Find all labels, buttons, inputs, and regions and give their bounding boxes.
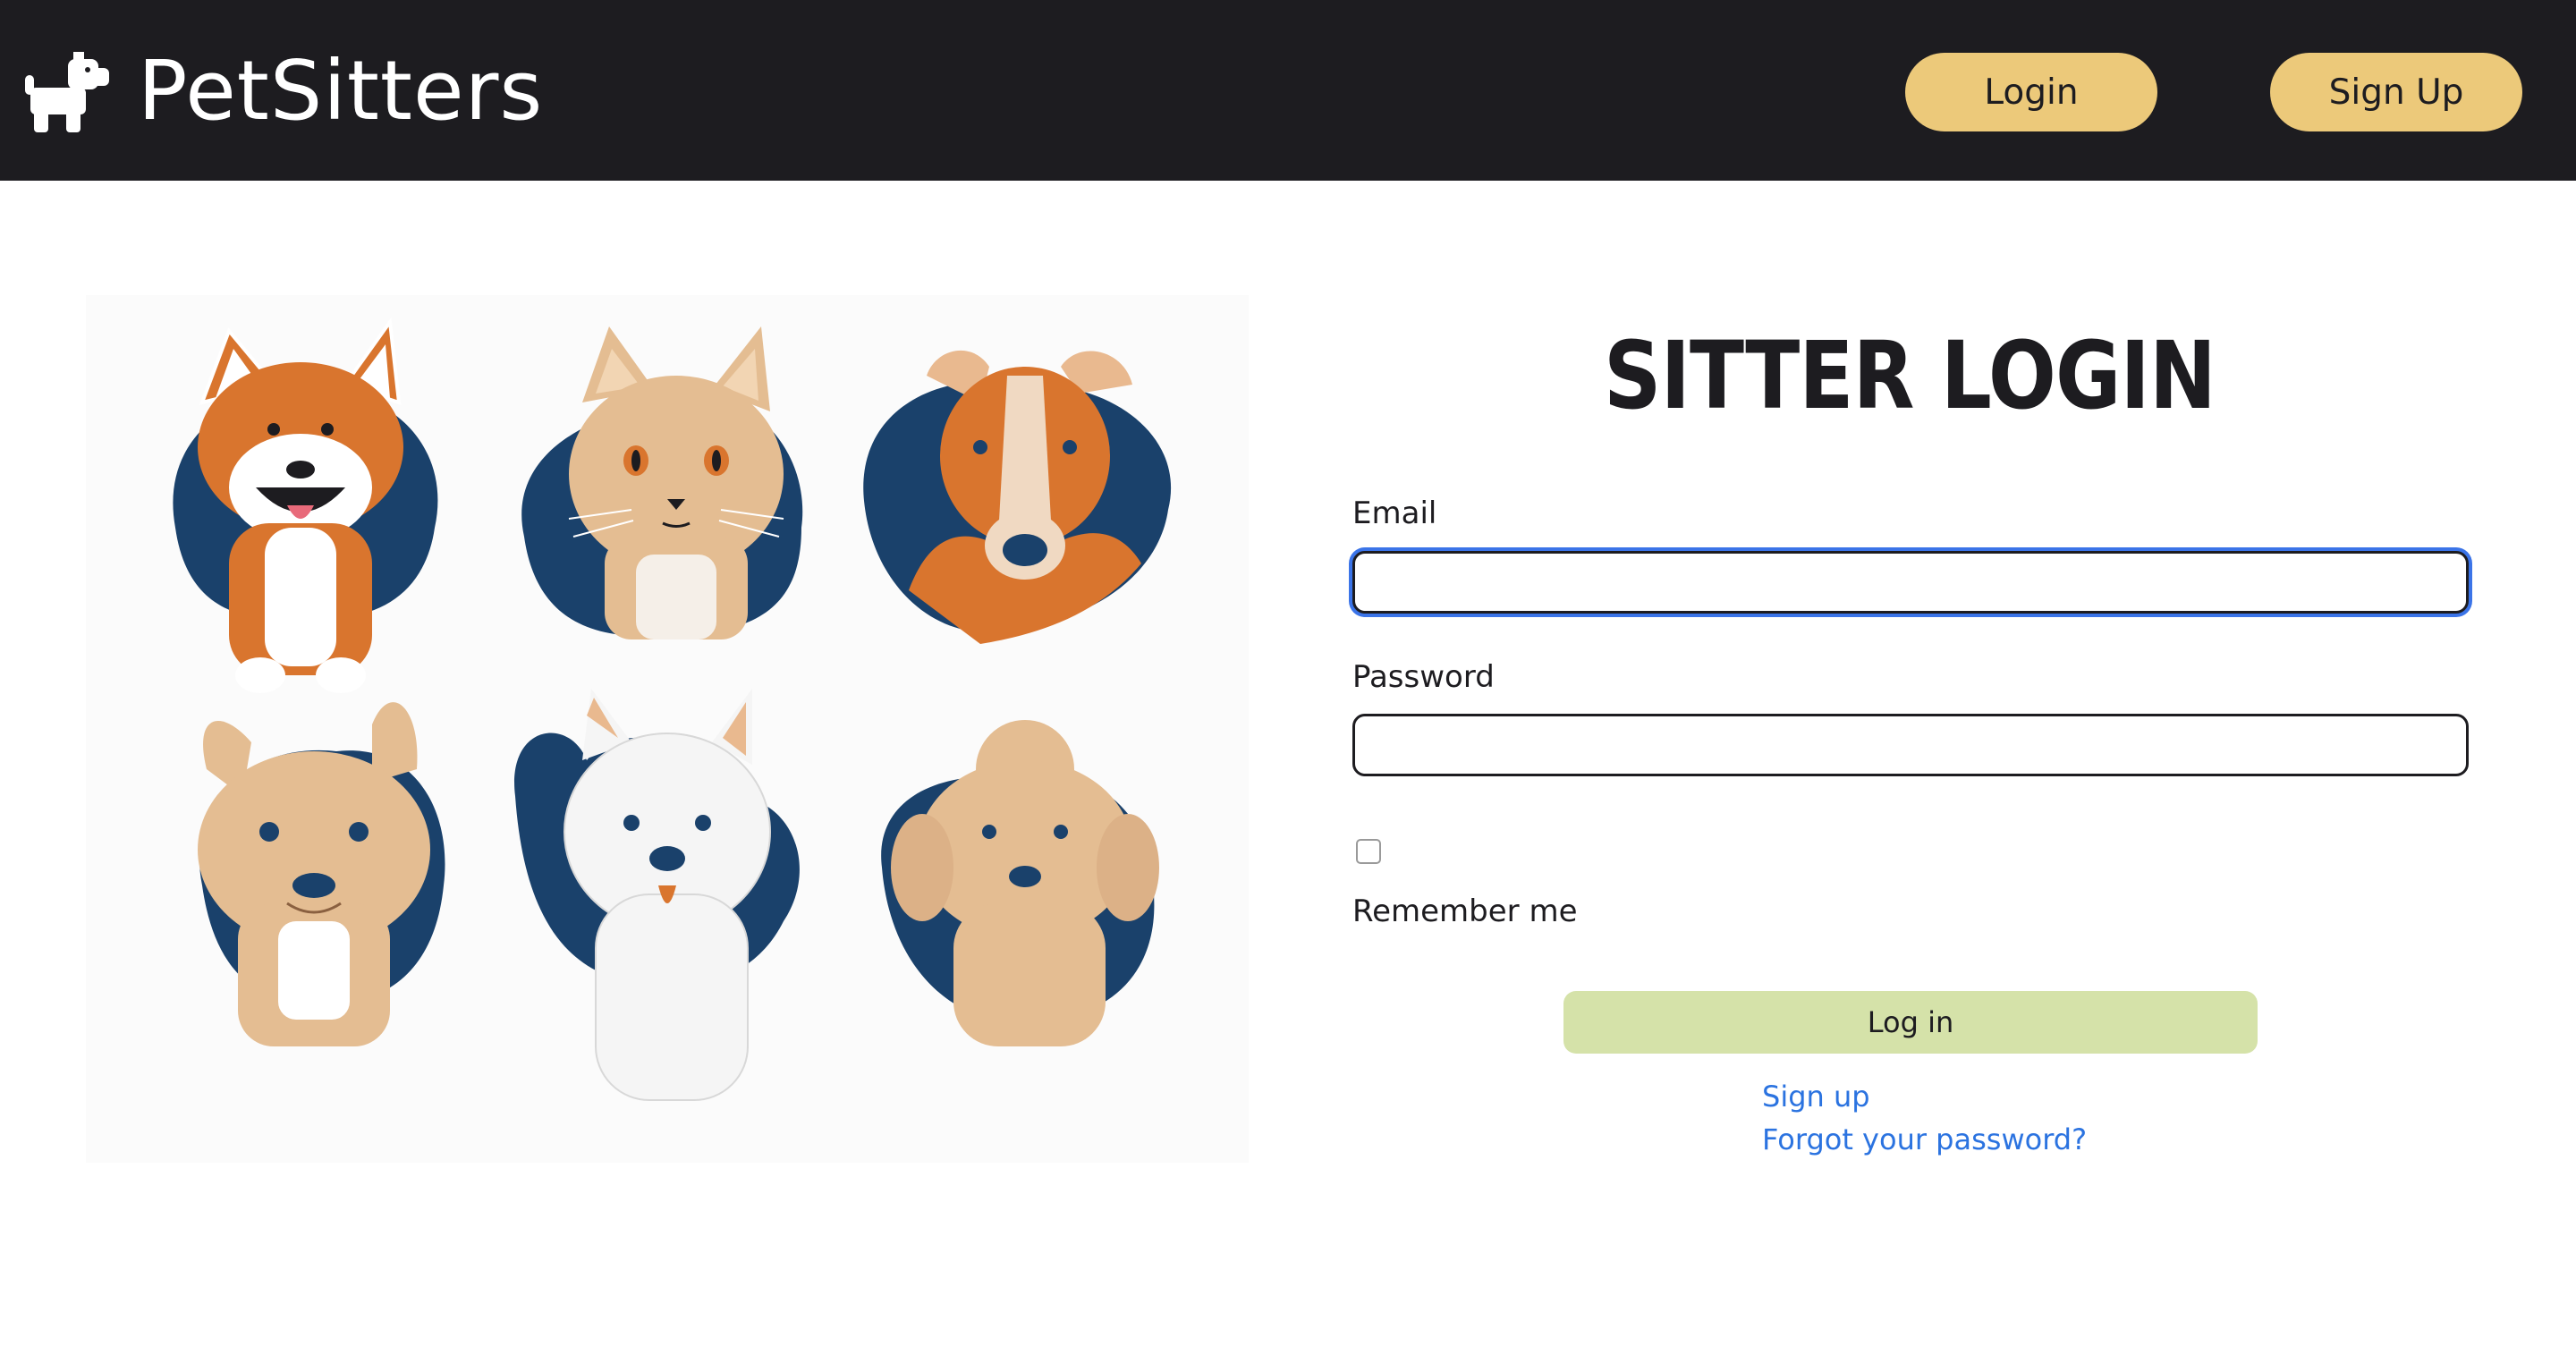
french-bulldog-icon xyxy=(198,702,445,1046)
form-title: SITTER LOGIN xyxy=(1604,321,2216,430)
brand[interactable]: PetSitters xyxy=(25,45,543,138)
sign-up-link[interactable]: Sign up xyxy=(1762,1079,1870,1114)
nav-signup-button[interactable]: Sign Up xyxy=(2270,53,2522,131)
brand-name: PetSitters xyxy=(138,43,544,139)
log-in-button[interactable]: Log in xyxy=(1563,991,2258,1054)
pets-illustration xyxy=(86,295,1249,1163)
nav-login-button[interactable]: Login xyxy=(1905,53,2157,131)
forgot-password-link[interactable]: Forgot your password? xyxy=(1762,1122,2087,1157)
westie-icon xyxy=(514,689,800,1101)
password-field[interactable] xyxy=(1352,714,2469,776)
cat-icon xyxy=(521,326,803,639)
poodle-icon xyxy=(881,720,1159,1046)
pets-illustration-graphic xyxy=(173,317,1172,1101)
email-field[interactable] xyxy=(1352,551,2469,614)
corgi-icon xyxy=(173,317,438,693)
email-label: Email xyxy=(1352,495,1437,531)
dog-icon xyxy=(25,52,109,132)
remember-me-label: Remember me xyxy=(1352,893,1578,929)
hound-icon xyxy=(863,350,1172,644)
top-navbar: PetSitters Login Sign Up xyxy=(0,0,2576,181)
remember-me-checkbox[interactable] xyxy=(1356,839,1381,864)
password-label: Password xyxy=(1352,659,1495,695)
